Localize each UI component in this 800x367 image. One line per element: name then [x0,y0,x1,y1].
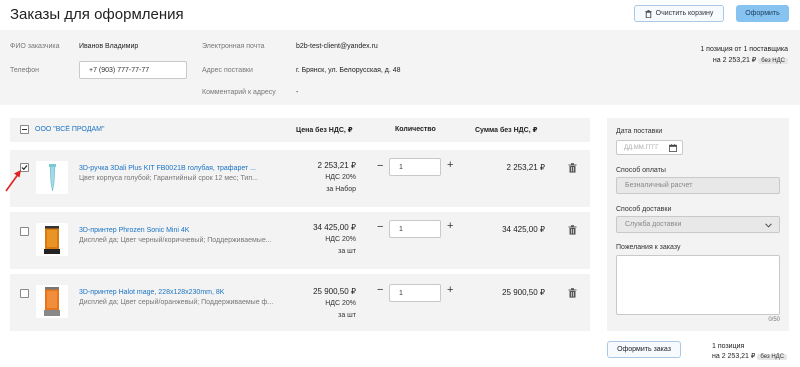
address-label: Адрес поставки [202,67,253,74]
row-sum: 34 425,00 ₽ [502,225,545,234]
row-sum: 25 900,50 ₽ [502,288,545,297]
increase-quantity-button[interactable]: + [447,159,453,171]
unit-measure: за шт [338,312,356,319]
cart-row: 3D-принтер Halot mage, 228x128x230mm, 8K… [10,274,590,331]
delete-item-icon[interactable] [568,288,577,298]
decrease-quantity-button[interactable]: − [377,284,383,296]
delivery-method-value: Служба доставки [625,221,682,228]
column-quantity: Количество [395,126,436,133]
product-image[interactable] [36,161,68,194]
footer-total: на 2 253,21 ₽ [712,353,756,360]
delivery-date-placeholder: ДД.ММ.ГГГГ [624,144,659,151]
name-value: Иванов Владимир [79,43,139,50]
footer-positions: 1 позиция [712,343,745,350]
email-label: Электронная почта [202,43,265,50]
delivery-method-label: Способ доставки [616,206,672,213]
supplier-link[interactable]: ООО "ВСЁ ПРОДАМ" [35,126,104,133]
calendar-icon[interactable] [669,144,677,152]
address-comment-label: Комментарий к адресу [202,89,276,96]
unit-price: 2 253,21 ₽ [317,161,356,170]
row-sum: 2 253,21 ₽ [506,163,545,172]
product-image[interactable] [36,223,68,256]
delete-item-icon[interactable] [568,163,577,173]
cart-row: 3D-принтер Phrozen Sonic Mini 4K Дисплей… [10,212,590,269]
quantity-input[interactable]: 1 [389,158,441,176]
email-value: b2b-test-client@yandex.ru [296,43,378,50]
unit-measure: за шт [338,248,356,255]
pen-image [49,164,56,192]
decrease-quantity-button[interactable]: − [377,160,383,172]
vat-badge: без НДС [758,58,788,64]
page-title: Заказы для оформления [10,6,184,23]
product-name-link[interactable]: 3D-ручка 3Dali Plus KIT FB0021B голубая,… [79,165,256,172]
column-sum: Сумма без НДС, ₽ [475,127,538,134]
delete-item-icon[interactable] [568,225,577,235]
cart-row: 3D-ручка 3Dali Plus KIT FB0021B голубая,… [10,150,590,207]
increase-quantity-button[interactable]: + [447,220,453,232]
quantity-input[interactable]: 1 [389,220,441,238]
payment-method-field: Безналичный расчет [616,177,780,194]
unit-measure: за Набор [326,186,356,193]
printer-image [44,226,60,254]
address-value: г. Брянск, ул. Белорусская, д. 48 [296,67,401,74]
delivery-date-input[interactable]: ДД.ММ.ГГГГ [616,140,683,155]
summary-total: на 2 253,21 ₽ [712,57,757,64]
clear-cart-label: Очистить корзину [655,10,714,17]
row-checkbox[interactable] [20,227,29,236]
product-description: Дисплей да; Цвет серый/оранжевый; Поддер… [79,299,274,306]
quantity-input[interactable]: 1 [389,284,441,302]
delivery-method-select[interactable]: Служба доставки [616,216,780,233]
increase-quantity-button[interactable]: + [447,284,453,296]
order-summary-bottom: 1 позиция на 2 253,21 ₽ без НДС [712,342,788,362]
phone-field[interactable]: +7 (903) 777-77-77 [79,61,187,79]
checkout-button[interactable]: Оформить [736,5,789,22]
order-wishes-label: Пожелания к заказу [616,244,681,251]
address-comment-value: - [296,89,299,96]
decrease-quantity-button[interactable]: − [377,221,383,233]
phone-label: Телефон [10,67,40,74]
name-label: ФИО заказчика [10,43,60,50]
price-cell: 25 900,50 ₽ НДС 20% за шт [276,286,356,322]
cart-table-header: ООО "ВСЁ ПРОДАМ" Цена без НДС, ₽ Количес… [10,118,590,142]
clear-cart-button[interactable]: Очистить корзину [634,5,724,22]
product-description: Дисплей да; Цвет черный/коричневый; Подд… [79,237,272,244]
trash-icon [645,9,652,18]
product-name-link[interactable]: 3D-принтер Halot mage, 228x128x230mm, 8K [79,289,224,296]
vat-rate: НДС 20% [325,300,356,307]
order-options-panel: Дата поставки ДД.ММ.ГГГГ Способ оплаты Б… [607,118,789,331]
price-cell: 34 425,00 ₽ НДС 20% за шт [276,222,356,258]
vat-rate: НДС 20% [325,236,356,243]
order-wishes-textarea[interactable] [616,255,780,315]
product-description: Цвет корпуса голубой; Гарантийный срок 1… [79,175,258,182]
payment-method-label: Способ оплаты [616,167,666,174]
vat-rate: НДС 20% [325,174,356,181]
price-cell: 2 253,21 ₽ НДС 20% за Набор [276,160,356,196]
place-order-button[interactable]: Оформить заказ [607,341,681,358]
select-all-checkbox[interactable] [20,125,29,134]
unit-price: 34 425,00 ₽ [313,223,356,232]
product-name-link[interactable]: 3D-принтер Phrozen Sonic Mini 4K [79,227,189,234]
annotation-arrow-icon [5,170,21,192]
character-counter: 0/50 [768,317,780,323]
chevron-down-icon [765,223,772,228]
row-checkbox[interactable] [20,289,29,298]
delivery-date-label: Дата поставки [616,128,663,135]
order-summary-top: 1 позиция от 1 поставщика на 2 253,21 ₽ б… [700,44,788,67]
unit-price: 25 900,50 ₽ [313,287,356,296]
footer-vat-badge: без НДС [757,354,788,360]
summary-positions: 1 позиция от 1 поставщика [700,46,788,53]
product-image[interactable] [36,285,68,318]
printer-image [44,287,60,316]
column-price: Цена без НДС, ₽ [296,127,353,134]
